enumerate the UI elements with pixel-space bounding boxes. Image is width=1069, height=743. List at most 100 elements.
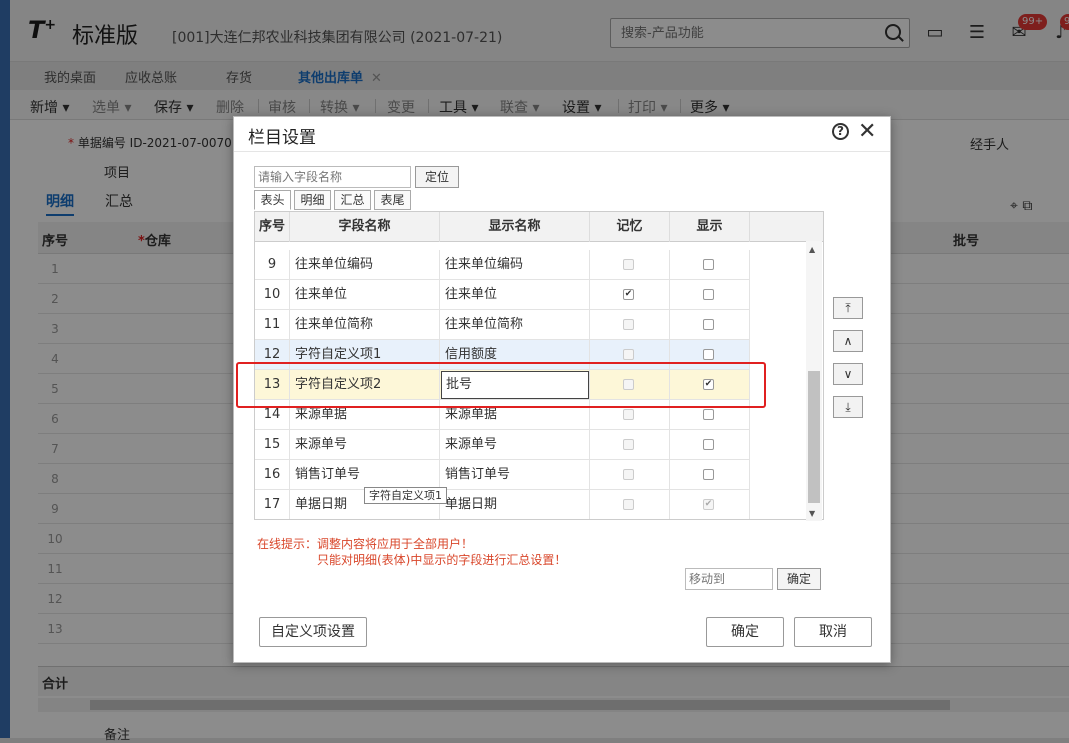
- field-row-name: 往来单位: [290, 280, 440, 310]
- field-row-show-cell: ✔: [670, 490, 750, 519]
- field-row-number: 15: [255, 430, 290, 460]
- field-row-show-cell: ✔: [670, 370, 750, 400]
- field-row-memory-cell: [590, 490, 670, 519]
- field-row-name: 来源单据: [290, 400, 440, 430]
- field-row-memory-cell: [590, 400, 670, 430]
- field-row-memory-cell: ✔: [590, 280, 670, 310]
- help-icon[interactable]: ?: [832, 123, 849, 140]
- th-show: 显示: [670, 212, 750, 242]
- custom-item-settings-button[interactable]: 自定义项设置: [259, 617, 367, 647]
- show-checkbox[interactable]: [703, 409, 714, 420]
- display-name-editor[interactable]: 批号: [441, 371, 589, 399]
- field-row-display-name[interactable]: 来源单据: [440, 400, 590, 430]
- field-row-display-name[interactable]: 信用额度: [440, 340, 590, 370]
- memory-checkbox[interactable]: ✔: [623, 289, 634, 300]
- show-checkbox[interactable]: [703, 349, 714, 360]
- field-row-number: 17: [255, 490, 290, 519]
- th-memory: 记忆: [590, 212, 670, 242]
- memory-checkbox[interactable]: [623, 499, 634, 510]
- hint-line-1: 在线提示：调整内容将应用于全部用户！: [257, 537, 474, 551]
- th-seq: 序号: [255, 212, 290, 242]
- cancel-button[interactable]: 取消: [794, 617, 872, 647]
- move-bottom-icon[interactable]: ⤓: [833, 396, 863, 418]
- th-display-name: 显示名称: [440, 212, 590, 242]
- memory-checkbox[interactable]: [623, 379, 634, 390]
- move-down-icon[interactable]: ∨: [833, 363, 863, 385]
- scroll-down-icon[interactable]: ▼: [809, 509, 815, 518]
- memory-checkbox[interactable]: [623, 349, 634, 360]
- subtab-summary[interactable]: 汇总: [334, 190, 371, 210]
- memory-checkbox[interactable]: [623, 319, 634, 330]
- field-row-display-name[interactable]: 单据日期: [440, 490, 590, 519]
- field-row-number: 9: [255, 250, 290, 280]
- field-row-show-cell: [670, 460, 750, 490]
- subtab-header[interactable]: 表头: [254, 190, 291, 210]
- field-row-show-cell: [670, 400, 750, 430]
- field-row-name: 往来单位编码: [290, 250, 440, 280]
- field-row-name: 字符自定义项1: [290, 340, 440, 370]
- field-table: 序号 字段名称 显示名称 记忆 显示 9 往来单位编码 往来单位编码 10 往来单位 往来…: [254, 211, 824, 520]
- field-row-show-cell: [670, 430, 750, 460]
- field-search-input[interactable]: [254, 166, 411, 188]
- subtab-detail[interactable]: 明细: [294, 190, 331, 210]
- show-checkbox[interactable]: ✔: [703, 379, 714, 390]
- field-row[interactable]: 10 往来单位 往来单位 ✔: [255, 280, 750, 310]
- dialog-title: 栏目设置: [248, 128, 316, 148]
- show-checkbox[interactable]: [703, 319, 714, 330]
- field-row[interactable]: 11 往来单位简称 往来单位简称: [255, 310, 750, 340]
- field-row-name: 往来单位简称: [290, 310, 440, 340]
- field-row-memory-cell: [590, 460, 670, 490]
- move-up-icon[interactable]: ∧: [833, 330, 863, 352]
- memory-checkbox[interactable]: [623, 409, 634, 420]
- memory-checkbox[interactable]: [623, 439, 634, 450]
- field-row-display-name[interactable]: 往来单位: [440, 280, 590, 310]
- field-row[interactable]: 9 往来单位编码 往来单位编码: [255, 250, 750, 280]
- field-row-name: 销售订单号: [290, 460, 440, 490]
- move-confirm-button[interactable]: 确定: [777, 568, 821, 590]
- field-row-show-cell: [670, 340, 750, 370]
- field-tooltip: 字符自定义项1: [364, 487, 447, 504]
- table-scrollbar[interactable]: ▲ ▼: [806, 241, 822, 521]
- field-row-show-cell: [670, 280, 750, 310]
- show-checkbox[interactable]: [703, 469, 714, 480]
- show-checkbox[interactable]: [703, 289, 714, 300]
- field-row-display-name[interactable]: 来源单号: [440, 430, 590, 460]
- field-table-header: 序号 字段名称 显示名称 记忆 显示: [255, 212, 823, 242]
- field-row[interactable]: 13 字符自定义项2 ✔ 批号: [255, 370, 750, 400]
- field-row-memory-cell: [590, 370, 670, 400]
- field-row-name: 来源单号: [290, 430, 440, 460]
- field-row-show-cell: [670, 250, 750, 280]
- online-hint: 在线提示：调整内容将应用于全部用户！ 只能对明细(表体)中显示的字段进行汇总设置…: [257, 536, 566, 568]
- subtab-footer[interactable]: 表尾: [374, 190, 411, 210]
- field-row-number: 11: [255, 310, 290, 340]
- locate-button[interactable]: 定位: [415, 166, 459, 188]
- field-row-display-name[interactable]: 销售订单号: [440, 460, 590, 490]
- field-row[interactable]: 15 来源单号 来源单号: [255, 430, 750, 460]
- move-top-icon[interactable]: ⤒: [833, 297, 863, 319]
- hint-line-2: 只能对明细(表体)中显示的字段进行汇总设置！: [317, 553, 567, 567]
- table-scroll-thumb[interactable]: [808, 371, 820, 503]
- field-row[interactable]: 16 销售订单号 销售订单号: [255, 460, 750, 490]
- app-window: T+ 标准版 [001]大连仁邦农业科技集团有限公司 (2021-07-21) …: [0, 0, 1069, 743]
- show-checkbox[interactable]: [703, 259, 714, 270]
- th-field-name: 字段名称: [290, 212, 440, 242]
- scroll-up-icon[interactable]: ▲: [809, 245, 815, 254]
- field-row-memory-cell: [590, 340, 670, 370]
- field-row-display-name[interactable]: 往来单位简称: [440, 310, 590, 340]
- field-row[interactable]: 17 单据日期 单据日期 ✔: [255, 490, 750, 519]
- show-checkbox[interactable]: ✔: [703, 499, 714, 510]
- field-row-name: 字符自定义项2: [290, 370, 440, 400]
- field-row-number: 10: [255, 280, 290, 310]
- move-to-input[interactable]: [685, 568, 773, 590]
- field-row-memory-cell: [590, 250, 670, 280]
- memory-checkbox[interactable]: [623, 259, 634, 270]
- ok-button[interactable]: 确定: [706, 617, 784, 647]
- close-icon[interactable]: ✕: [858, 119, 876, 144]
- field-row-number: 14: [255, 400, 290, 430]
- field-row-display-name[interactable]: 往来单位编码: [440, 250, 590, 280]
- memory-checkbox[interactable]: [623, 469, 634, 480]
- show-checkbox[interactable]: [703, 439, 714, 450]
- field-row[interactable]: 12 字符自定义项1 信用额度: [255, 340, 750, 370]
- field-row-number: 13: [255, 370, 290, 400]
- field-row[interactable]: 14 来源单据 来源单据: [255, 400, 750, 430]
